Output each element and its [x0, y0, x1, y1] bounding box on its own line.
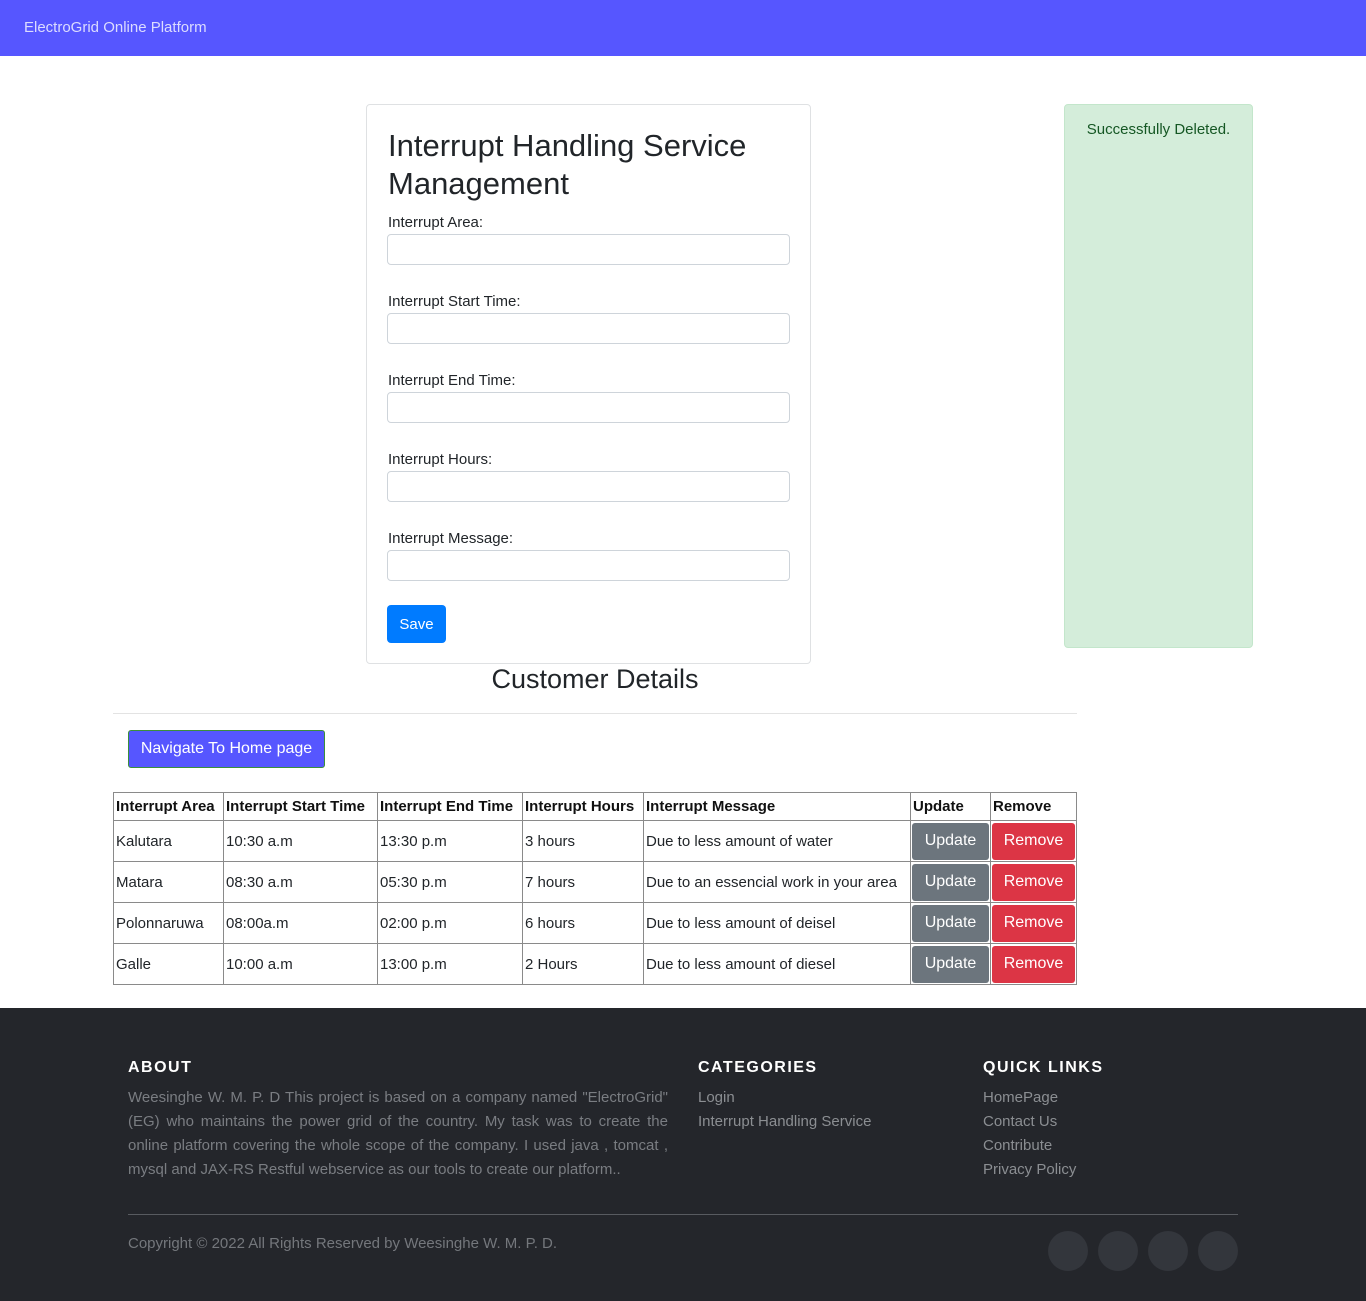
cell-remove: Remove	[990, 820, 1077, 862]
header-interrupt-hours: Interrupt Hours	[522, 792, 644, 821]
copyright-text: Copyright © 2022 All Rights Reserved by …	[128, 1235, 558, 1252]
cell-end-time: 13:00 p.m	[377, 943, 523, 985]
navbar: ElectroGrid Online Platform	[0, 0, 1366, 56]
remove-button[interactable]: Remove	[992, 863, 1075, 901]
header-update: Update	[910, 792, 991, 821]
cell-area: Polonnaruwa	[113, 902, 224, 944]
interrupt-area-input[interactable]	[387, 234, 790, 265]
section-divider	[113, 713, 1077, 714]
cell-start-time: 10:00 a.m	[223, 943, 378, 985]
interrupt-end-time-label: Interrupt End Time:	[388, 372, 516, 389]
cell-end-time: 05:30 p.m	[377, 861, 523, 903]
interrupt-table: Interrupt Area Interrupt Start Time Inte…	[113, 792, 1077, 985]
cell-hours: 2 Hours	[522, 943, 644, 985]
header-interrupt-end-time: Interrupt End Time	[377, 792, 523, 821]
cell-update: Update	[910, 861, 991, 903]
quick-link-privacy-policy[interactable]: Privacy Policy	[983, 1158, 1076, 1182]
cell-end-time: 02:00 p.m	[377, 902, 523, 944]
cell-update: Update	[910, 820, 991, 862]
cell-hours: 3 hours	[522, 820, 644, 862]
navigate-home-button[interactable]: Navigate To Home page	[128, 730, 325, 768]
cell-update: Update	[910, 943, 991, 985]
interrupt-area-label: Interrupt Area:	[388, 214, 484, 231]
update-button[interactable]: Update	[912, 822, 989, 860]
cell-start-time: 08:00a.m	[223, 902, 378, 944]
quick-links-list: HomePage Contact Us Contribute Privacy P…	[983, 1086, 1076, 1182]
table-header-row: Interrupt Area Interrupt Start Time Inte…	[113, 792, 1077, 821]
footer-divider	[128, 1214, 1238, 1215]
interrupt-form-card: Interrupt Handling Service Management In…	[366, 104, 811, 664]
cell-message: Due to less amount of diesel	[643, 943, 911, 985]
cell-message: Due to less amount of deisel	[643, 902, 911, 944]
interrupt-hours-input[interactable]	[387, 471, 790, 502]
customer-details-title: Customer Details	[491, 664, 699, 694]
cell-start-time: 10:30 a.m	[223, 820, 378, 862]
quick-link-contact-us[interactable]: Contact Us	[983, 1110, 1076, 1134]
table-row: Kalutara 10:30 a.m 13:30 p.m 3 hours Due…	[113, 820, 1077, 862]
update-button[interactable]: Update	[912, 945, 989, 983]
remove-button[interactable]: Remove	[992, 822, 1075, 860]
social-icon[interactable]	[1048, 1231, 1088, 1271]
cell-remove: Remove	[990, 943, 1077, 985]
update-button[interactable]: Update	[912, 904, 989, 942]
cell-area: Galle	[113, 943, 224, 985]
header-interrupt-start-time: Interrupt Start Time	[223, 792, 378, 821]
success-alert: Successfully Deleted.	[1064, 104, 1253, 648]
form-title: Interrupt Handling Service Management	[388, 128, 747, 201]
interrupt-hours-label: Interrupt Hours:	[388, 451, 493, 468]
interrupt-message-label: Interrupt Message:	[388, 530, 514, 547]
cell-remove: Remove	[990, 902, 1077, 944]
cell-end-time: 13:30 p.m	[377, 820, 523, 862]
social-icon[interactable]	[1098, 1231, 1138, 1271]
about-text: Weesinghe W. M. P. D This project is bas…	[128, 1089, 668, 1178]
cell-area: Kalutara	[113, 820, 224, 862]
interrupt-start-time-label: Interrupt Start Time:	[388, 293, 521, 310]
save-button[interactable]: Save	[387, 605, 446, 643]
interrupt-message-input[interactable]	[387, 550, 790, 581]
social-icon[interactable]	[1148, 1231, 1188, 1271]
remove-button[interactable]: Remove	[992, 904, 1075, 942]
quick-link-contribute[interactable]: Contribute	[983, 1134, 1076, 1158]
category-link-interrupt-handling[interactable]: Interrupt Handling Service	[698, 1110, 871, 1134]
quick-link-homepage[interactable]: HomePage	[983, 1086, 1076, 1110]
header-interrupt-area: Interrupt Area	[113, 792, 224, 821]
about-heading: ABOUT	[128, 1059, 193, 1076]
category-link-login[interactable]: Login	[698, 1086, 871, 1110]
remove-button[interactable]: Remove	[992, 945, 1075, 983]
interrupt-start-time-input[interactable]	[387, 313, 790, 344]
cell-start-time: 08:30 a.m	[223, 861, 378, 903]
header-interrupt-message: Interrupt Message	[643, 792, 911, 821]
categories-heading: CATEGORIES	[698, 1059, 818, 1076]
interrupt-end-time-input[interactable]	[387, 392, 790, 423]
table-row: Galle 10:00 a.m 13:00 p.m 2 Hours Due to…	[113, 943, 1077, 985]
social-icon[interactable]	[1198, 1231, 1238, 1271]
categories-list: Login Interrupt Handling Service	[698, 1086, 871, 1134]
quick-links-heading: QUICK LINKS	[983, 1059, 1104, 1076]
header-remove: Remove	[990, 792, 1077, 821]
cell-message: Due to less amount of water	[643, 820, 911, 862]
brand-link[interactable]: ElectroGrid Online Platform	[24, 19, 207, 36]
alert-message: Successfully Deleted.	[1086, 121, 1231, 138]
table-row: Matara 08:30 a.m 05:30 p.m 7 hours Due t…	[113, 861, 1077, 903]
cell-hours: 6 hours	[522, 902, 644, 944]
site-footer: ABOUT Weesinghe W. M. P. D This project …	[0, 1008, 1366, 1301]
update-button[interactable]: Update	[912, 863, 989, 901]
table-row: Polonnaruwa 08:00a.m 02:00 p.m 6 hours D…	[113, 902, 1077, 944]
cell-area: Matara	[113, 861, 224, 903]
cell-hours: 7 hours	[522, 861, 644, 903]
cell-message: Due to an essencial work in your area	[643, 861, 911, 903]
cell-update: Update	[910, 902, 991, 944]
cell-remove: Remove	[990, 861, 1077, 903]
